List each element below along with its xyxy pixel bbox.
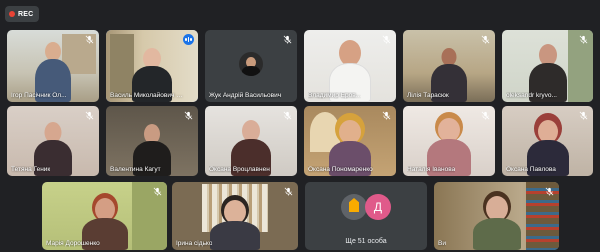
mic-off-icon [381,34,392,45]
participant-tile[interactable]: Наталія Іванова [403,106,495,176]
participant-tile[interactable]: Василь Миколайович Ж... [106,30,198,102]
participant-name: Оксана Павлова [506,166,556,173]
participant-name: Ігор Пасічник Ол... [11,92,67,99]
others-tile[interactable]: Д Ще 51 особа [305,182,427,250]
participant-name: Оксана Пономаренко [308,166,373,173]
participant-tile[interactable]: Марія Дорошенко [42,182,167,250]
participant-tile[interactable]: Тетяна Геник [7,106,99,176]
mic-off-icon [381,110,392,121]
participant-name: Ви [438,240,446,247]
participant-name: Владимир Еров... [308,92,362,99]
recording-dot-icon [9,11,15,17]
recording-label: REC [18,10,34,18]
mic-off-icon [578,34,589,45]
avatar [239,52,263,76]
mic-off-icon [480,110,491,121]
mic-off-icon [84,110,95,121]
participant-name: Тетяна Геник [11,166,51,173]
mic-off-icon [84,34,95,45]
participant-tile[interactable]: Оксана Павлова [502,106,593,176]
mic-off-icon [282,34,293,45]
mic-off-icon [152,186,163,197]
participant-name: Ірина сідько [176,240,213,247]
participant-tile[interactable]: Валентина Кагут [106,106,198,176]
mic-off-icon [578,110,589,121]
participant-name: Лілія Тарасюк [407,92,449,99]
participant-name: oleksandr kryvo... [506,92,557,99]
speaking-indicator-icon [183,34,194,45]
mic-off-icon [183,110,194,121]
participant-name: Жук Андрій Васильович [209,92,282,99]
participant-tile[interactable]: Ігор Пасічник Ол... [7,30,99,102]
participant-name: Василь Миколайович Ж... [110,92,184,99]
participant-tile[interactable]: Лілія Тарасюк [403,30,495,102]
participant-tile[interactable]: Ви [434,182,559,250]
participant-name: Наталія Іванова [407,166,456,173]
participant-name: Оксана Вроцлавнен [209,166,270,173]
participant-tile[interactable]: Оксана Пономаренко [304,106,396,176]
participant-tile[interactable]: Оксана Вроцлавнен [205,106,297,176]
participant-tile[interactable]: oleksandr kryvo... [502,30,593,102]
mic-off-icon [282,110,293,121]
recording-badge: REC [5,6,39,22]
mic-off-icon [283,186,294,197]
participant-name: Валентина Кагут [110,166,161,173]
avatar [341,194,367,220]
others-count-label: Ще 51 особа [345,238,387,245]
mic-off-icon [480,34,491,45]
participant-tile[interactable]: Владимир Еров... [304,30,396,102]
participant-tile[interactable]: Жук Андрій Васильович [205,30,297,102]
participant-tile[interactable]: Ірина сідько [172,182,298,250]
avatar-letter: Д [373,200,383,214]
mic-off-icon [544,186,555,197]
avatar: Д [365,194,391,220]
participant-name: Марія Дорошенко [46,240,100,247]
